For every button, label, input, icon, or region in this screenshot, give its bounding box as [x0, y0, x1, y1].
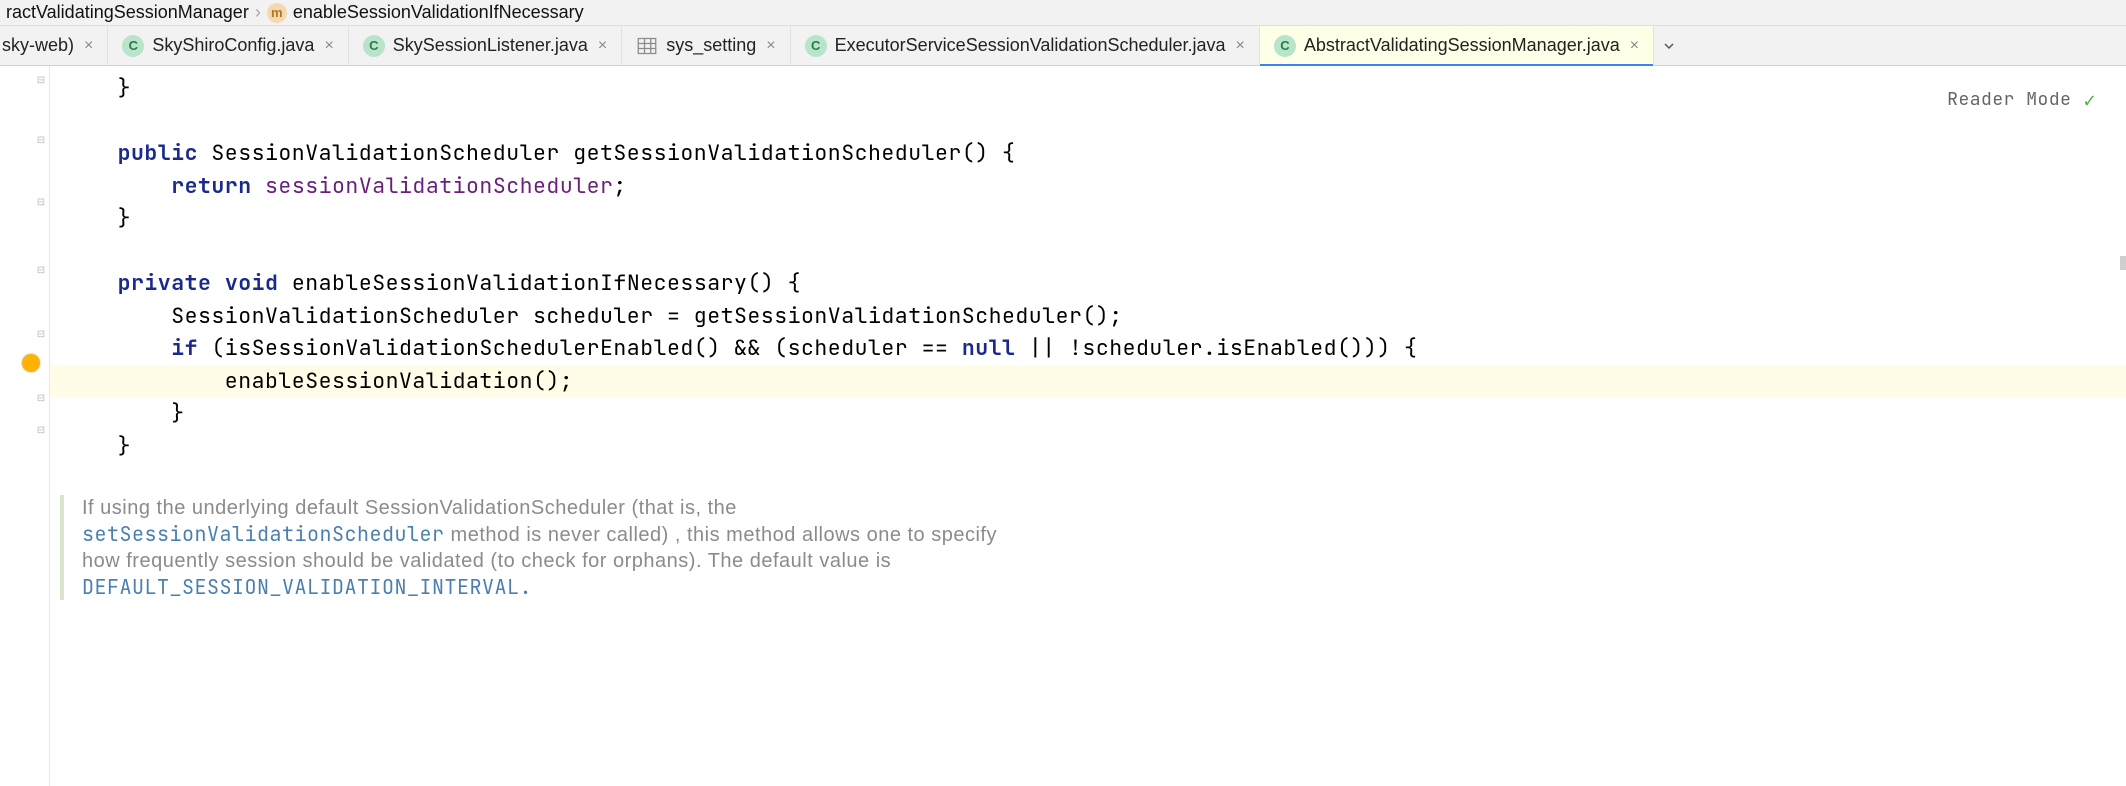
doc-constant-link[interactable]: DEFAULT_SESSION_VALIDATION_INTERVAL.	[82, 574, 2126, 600]
tabs-overflow-chevron[interactable]	[1654, 26, 1684, 66]
code-line[interactable]: private void enableSessionValidationIfNe…	[50, 267, 2126, 300]
tab-sys-setting[interactable]: sys_setting ×	[622, 26, 790, 66]
code-line[interactable]: if (isSessionValidationSchedulerEnabled(…	[50, 332, 2126, 365]
fold-marker-icon[interactable]: ⊟	[35, 74, 47, 86]
code-line[interactable]	[50, 105, 2126, 138]
tab-skyshiroconfig[interactable]: C SkyShiroConfig.java ×	[108, 26, 348, 66]
method-icon: m	[267, 3, 287, 23]
doc-method-link[interactable]: setSessionValidationScheduler	[82, 521, 445, 547]
scroll-indicator	[2120, 256, 2126, 270]
class-icon: C	[363, 35, 385, 57]
reader-mode-toggle[interactable]: Reader Mode ✓	[1947, 84, 2096, 117]
editor-area: ⊟ ⊟ ⊟ ⊟ ⊟ ⊟ ⊟ Reader Mode ✓ } public Ses…	[0, 66, 2126, 786]
close-icon[interactable]: ×	[1236, 37, 1245, 55]
breadcrumb[interactable]: ractValidatingSessionManager › m enableS…	[0, 0, 2126, 26]
class-icon: C	[122, 35, 144, 57]
class-icon: C	[805, 35, 827, 57]
code-line[interactable]: return sessionValidationScheduler;	[50, 170, 2126, 203]
close-icon[interactable]: ×	[84, 37, 93, 55]
table-icon	[636, 35, 658, 57]
code-line[interactable]: SessionValidationScheduler scheduler = g…	[50, 300, 2126, 333]
editor-tabs: sky-web) × C SkyShiroConfig.java × C Sky…	[0, 26, 2126, 66]
code-line[interactable]	[50, 462, 2126, 495]
tab-sky-web-partial[interactable]: sky-web) ×	[0, 26, 108, 66]
fold-marker-icon[interactable]: ⊟	[35, 424, 47, 436]
code-editor[interactable]: Reader Mode ✓ } public SessionValidation…	[50, 66, 2126, 786]
code-line[interactable]: }	[50, 72, 2126, 105]
close-icon[interactable]: ×	[324, 37, 333, 55]
close-icon[interactable]: ×	[766, 37, 775, 55]
tab-executorservice[interactable]: C ExecutorServiceSessionValidationSchedu…	[791, 26, 1260, 66]
breadcrumb-separator: ›	[255, 2, 261, 23]
code-line[interactable]	[50, 235, 2126, 268]
tab-skysessionlistener[interactable]: C SkySessionListener.java ×	[349, 26, 622, 66]
code-line[interactable]: public SessionValidationScheduler getSes…	[50, 137, 2126, 170]
fold-marker-icon[interactable]: ⊟	[35, 392, 47, 404]
class-icon: C	[1274, 35, 1296, 57]
tab-abstractvalidating[interactable]: C AbstractValidatingSessionManager.java …	[1260, 26, 1654, 66]
check-icon: ✓	[2083, 84, 2096, 117]
fold-marker-icon[interactable]: ⊟	[35, 196, 47, 208]
code-line-active[interactable]: enableSessionValidation();	[50, 365, 2126, 398]
close-icon[interactable]: ×	[1630, 37, 1639, 55]
intention-bulb-icon[interactable]	[22, 354, 40, 372]
close-icon[interactable]: ×	[598, 37, 607, 55]
code-line[interactable]: }	[50, 430, 2126, 463]
doc-line: setSessionValidationScheduler method is …	[82, 521, 2126, 548]
fold-marker-icon[interactable]: ⊟	[35, 264, 47, 276]
doc-line: how frequently session should be validat…	[82, 548, 2126, 574]
code-line[interactable]: }	[50, 202, 2126, 235]
code-line[interactable]: }	[50, 397, 2126, 430]
fold-marker-icon[interactable]: ⊟	[35, 134, 47, 146]
breadcrumb-class[interactable]: ractValidatingSessionManager	[6, 2, 249, 23]
fold-marker-icon[interactable]: ⊟	[35, 328, 47, 340]
gutter[interactable]: ⊟ ⊟ ⊟ ⊟ ⊟ ⊟ ⊟	[0, 66, 50, 786]
breadcrumb-method[interactable]: enableSessionValidationIfNecessary	[293, 2, 584, 23]
doc-line: If using the underlying default SessionV…	[82, 495, 2126, 521]
javadoc-block: If using the underlying default SessionV…	[60, 495, 2126, 600]
